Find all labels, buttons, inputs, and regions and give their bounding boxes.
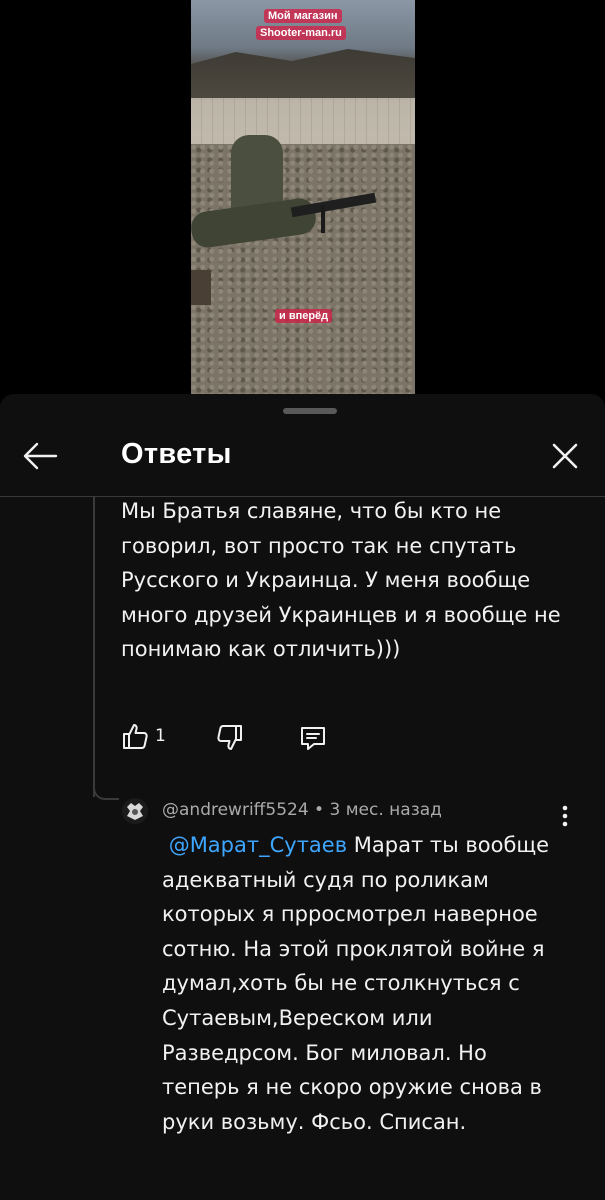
meta-separator: • (308, 800, 330, 820)
video-caption-top-1: Мой магазин (264, 9, 342, 23)
replies-panel: Ответы Мы Братья славяне, что бы кто не … (0, 394, 605, 1200)
avatar[interactable] (122, 798, 148, 824)
video-scene-wall (191, 98, 415, 144)
comment-actions: 1 (121, 722, 351, 756)
close-icon[interactable] (548, 438, 582, 474)
video-scene-bag (191, 270, 211, 305)
reply-timestamp: 3 мес. назад (329, 800, 442, 820)
drag-handle[interactable] (283, 408, 337, 414)
mention-link[interactable]: @Марат_Сутаев (169, 833, 347, 857)
like-count: 1 (155, 726, 166, 746)
thumbs-up-icon[interactable] (121, 722, 149, 750)
video-scene-ground (191, 144, 415, 394)
reply-text: @Марат_Сутаев Марат ты вообще адекватный… (162, 828, 562, 1139)
reply-meta: @andrewriff5524 • 3 мес. назад (162, 800, 442, 820)
reply-comment: @andrewriff5524 • 3 мес. назад @Марат_Су… (0, 794, 605, 1200)
thumbs-down-icon[interactable] (216, 724, 244, 752)
arrow-left-icon[interactable] (20, 438, 60, 474)
video-caption-bottom: и вперёд (275, 309, 333, 323)
reply-author[interactable]: @andrewriff5524 (162, 800, 309, 820)
thread-line (93, 497, 95, 797)
reply-icon[interactable] (299, 724, 327, 752)
more-vert-icon[interactable] (558, 802, 572, 830)
video-scene-bipod (321, 205, 325, 233)
video-player[interactable]: Мой магазин Shooter-man.ru и вперёд (191, 0, 415, 394)
video-scene-hills (191, 49, 415, 100)
reply-body: Марат ты вообще адекватный судя по ролик… (162, 833, 550, 1134)
parent-comment-text: Мы Братья славяне, что бы кто не говорил… (121, 499, 561, 661)
page-title: Ответы (121, 438, 232, 470)
video-caption-top-2: Shooter-man.ru (256, 26, 346, 40)
